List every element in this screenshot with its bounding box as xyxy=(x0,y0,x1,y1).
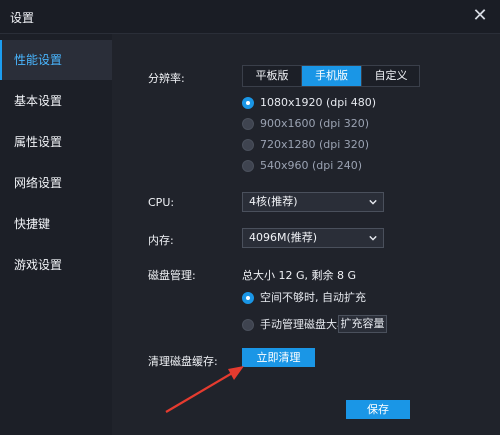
cpu-label: CPU: xyxy=(148,196,175,209)
memory-label: 内存: xyxy=(148,234,174,247)
radio-unchecked-icon xyxy=(242,139,254,151)
tab-tablet[interactable]: 平板版 xyxy=(243,66,302,86)
sidebar-item-network[interactable]: 网络设置 xyxy=(0,163,112,203)
sidebar-item-basic[interactable]: 基本设置 xyxy=(0,81,112,121)
cpu-select[interactable]: 4核(推荐) xyxy=(242,192,384,212)
title-bar: 设置 ✕ xyxy=(0,0,500,34)
chevron-down-icon xyxy=(369,199,377,205)
expand-capacity-button[interactable]: 扩充容量 xyxy=(338,315,387,333)
tab-custom[interactable]: 自定义 xyxy=(362,66,420,86)
resolution-option-label: 1080x1920 (dpi 480) xyxy=(260,96,377,109)
settings-sidebar: 性能设置 基本设置 属性设置 网络设置 快捷键 游戏设置 xyxy=(0,34,113,435)
window-title: 设置 xyxy=(10,11,35,25)
resolution-tabs: 平板版 手机版 自定义 xyxy=(242,65,420,87)
radio-checked-icon xyxy=(242,292,254,304)
annotation-arrow-icon xyxy=(165,366,244,413)
disk-management-label: 磁盘管理: xyxy=(148,269,196,282)
resolution-label: 分辨率: xyxy=(148,72,185,85)
cpu-select-value: 4核(推荐) xyxy=(249,195,298,208)
sidebar-item-shortcuts[interactable]: 快捷键 xyxy=(0,204,112,244)
resolution-option-label: 540x960 (dpi 240) xyxy=(260,159,363,172)
radio-unchecked-icon xyxy=(242,319,254,331)
clear-now-button[interactable]: 立即清理 xyxy=(242,348,315,367)
save-button[interactable]: 保存 xyxy=(346,400,410,419)
close-icon[interactable]: ✕ xyxy=(468,4,492,28)
radio-unchecked-icon xyxy=(242,118,254,130)
resolution-option-label: 720x1280 (dpi 320) xyxy=(260,138,370,151)
memory-select[interactable]: 4096M(推荐) xyxy=(242,228,384,248)
disk-option-label: 手动管理磁盘大小 xyxy=(260,318,348,331)
sidebar-item-performance[interactable]: 性能设置 xyxy=(0,40,112,80)
disk-option-label: 空间不够时, 自动扩充 xyxy=(260,291,366,304)
resolution-option-label: 900x1600 (dpi 320) xyxy=(260,117,370,130)
chevron-down-icon xyxy=(369,235,377,241)
disk-info-text: 总大小 12 G, 剩余 8 G xyxy=(242,269,357,282)
settings-window: 设置 ✕ 性能设置 基本设置 属性设置 网络设置 快捷键 游戏设置 分辨率: 平… xyxy=(0,0,500,435)
tab-phone[interactable]: 手机版 xyxy=(302,66,362,86)
memory-select-value: 4096M(推荐) xyxy=(249,231,318,244)
radio-checked-icon xyxy=(242,97,254,109)
radio-unchecked-icon xyxy=(242,160,254,172)
sidebar-item-properties[interactable]: 属性设置 xyxy=(0,122,112,162)
sidebar-item-game[interactable]: 游戏设置 xyxy=(0,245,112,285)
